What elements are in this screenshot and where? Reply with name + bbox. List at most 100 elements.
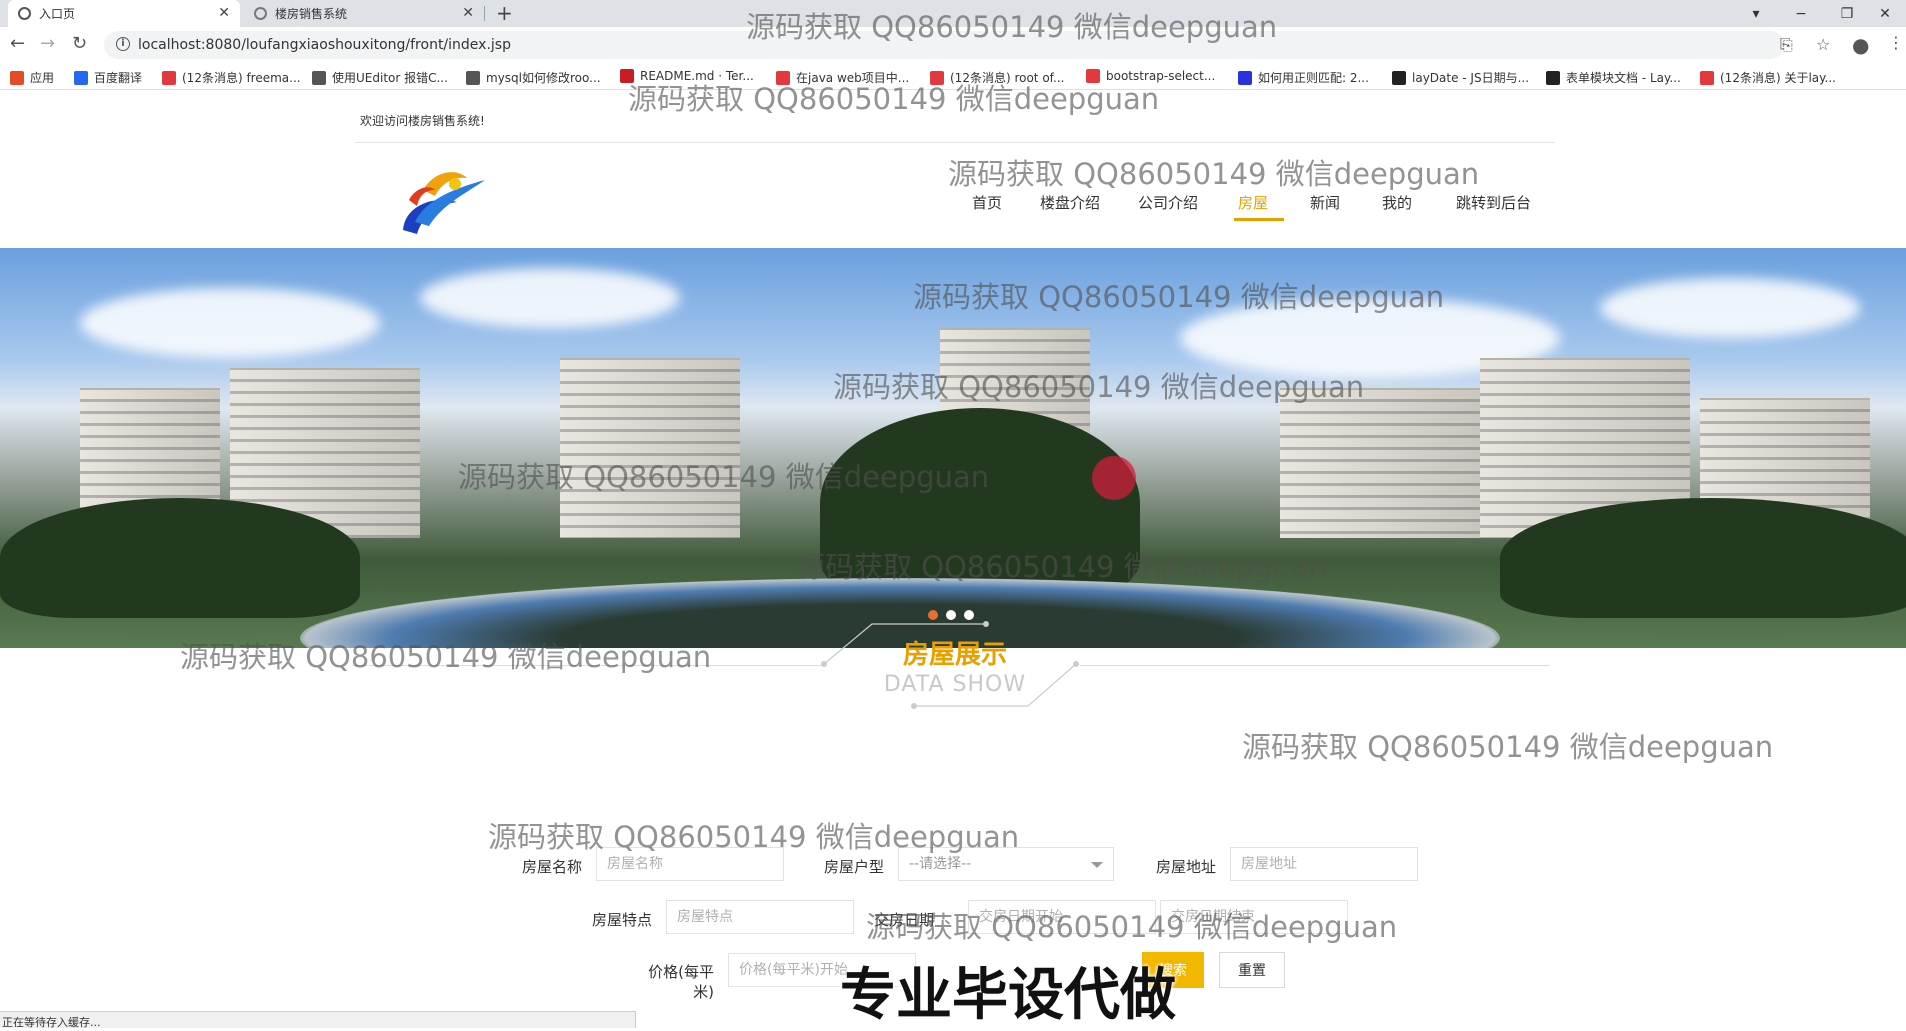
palm-tree bbox=[820, 408, 1140, 598]
mouse-cursor-highlight bbox=[1092, 456, 1136, 500]
bookmark-item[interactable]: 表单模块文档 - Lay... bbox=[1546, 69, 1681, 86]
account-avatar-icon[interactable]: ● bbox=[1852, 33, 1869, 57]
nav-item[interactable]: 公司介绍 bbox=[1138, 192, 1198, 213]
bookmark-label: 在java web项目中... bbox=[796, 71, 910, 85]
bookmark-item[interactable]: layDate - JS日期与... bbox=[1392, 69, 1529, 86]
baidu-icon bbox=[1238, 70, 1252, 85]
nav-item[interactable]: 新闻 bbox=[1310, 192, 1340, 213]
url-text[interactable]: localhost:8080/loufangxiaoshouxitong/fro… bbox=[138, 37, 511, 53]
building bbox=[560, 358, 740, 538]
house-name-label: 房屋名称 bbox=[521, 858, 582, 876]
house-name-input[interactable] bbox=[596, 847, 784, 881]
house-type-label: 房屋户型 bbox=[823, 858, 884, 876]
bookmark-label: (12条消息) freema... bbox=[182, 71, 301, 85]
csdn-icon bbox=[930, 70, 944, 85]
house-type-selected: --请选择-- bbox=[909, 856, 972, 872]
bookmarks-bar: 应用 百度翻译 (12条消息) freema... 使用UEditor 报错C... m… bbox=[0, 64, 1906, 90]
reload-icon[interactable]: ↻ bbox=[72, 33, 87, 54]
csdn-icon bbox=[1700, 70, 1714, 85]
bookmark-item[interactable]: README.md · Ter... bbox=[620, 69, 754, 83]
apps-icon bbox=[10, 70, 24, 85]
tab-divider bbox=[484, 6, 485, 21]
layui-icon bbox=[1546, 70, 1560, 85]
baidu-translate-icon bbox=[74, 70, 88, 85]
section-subtitle: DATA SHOW bbox=[883, 672, 1027, 697]
carousel-dot-2[interactable] bbox=[946, 610, 956, 620]
bookmark-item[interactable]: 应用 bbox=[10, 69, 54, 86]
close-icon[interactable]: ✕ bbox=[462, 5, 474, 21]
tab-house-sales-system[interactable]: 楼房销售系统 ✕ bbox=[244, 0, 484, 27]
house-address-input[interactable] bbox=[1230, 847, 1418, 881]
bookmark-label: README.md · Ter... bbox=[640, 69, 754, 83]
house-type-select[interactable]: --请选择-- bbox=[898, 847, 1114, 881]
bookmark-label: layDate - JS日期与... bbox=[1412, 71, 1530, 85]
bookmark-label: 百度翻译 bbox=[94, 71, 143, 85]
ueditor-icon bbox=[312, 70, 326, 85]
status-bar: 正在等待存入缓存... bbox=[0, 1011, 636, 1029]
globe-icon bbox=[18, 7, 31, 20]
info-icon[interactable]: i bbox=[116, 37, 130, 51]
bookmark-item[interactable]: 在java web项目中... bbox=[776, 69, 909, 86]
address-bar[interactable]: i localhost:8080/loufangxiaoshouxitong/f… bbox=[104, 31, 1830, 59]
close-icon[interactable]: ✕ bbox=[218, 5, 230, 21]
section-divider-left bbox=[352, 665, 822, 666]
cloud bbox=[1600, 278, 1860, 338]
menu-kebab-icon[interactable]: ⋮ bbox=[1888, 33, 1904, 52]
forward-arrow-icon[interactable]: → bbox=[40, 33, 55, 54]
layui-icon bbox=[1392, 70, 1406, 85]
carousel-dot-1[interactable] bbox=[928, 610, 938, 620]
carousel-indicators bbox=[928, 610, 974, 620]
gitee-icon bbox=[620, 69, 634, 83]
bookmark-label: 应用 bbox=[30, 71, 55, 85]
carousel-dot-3[interactable] bbox=[964, 610, 974, 620]
csdn-icon bbox=[776, 70, 790, 85]
bookmark-item[interactable]: (12条消息) freema... bbox=[162, 69, 301, 86]
nav-item[interactable]: 房屋 bbox=[1238, 192, 1268, 213]
house-feature-input[interactable] bbox=[666, 900, 854, 934]
nav-item[interactable]: 首页 bbox=[972, 192, 1002, 213]
profile-dropdown-icon[interactable]: ▾ bbox=[1733, 0, 1779, 27]
csdn-icon bbox=[162, 70, 176, 85]
bookmark-item[interactable]: 百度翻译 bbox=[74, 69, 142, 86]
web-page: 欢迎访问楼房销售系统! 首页 楼盘介绍 公司介绍 房屋 新闻 我的 跳转到后台 bbox=[0, 90, 1906, 1028]
bookmark-item[interactable]: 使用UEditor 报错C... bbox=[312, 69, 448, 86]
delivery-date-start-input[interactable] bbox=[968, 900, 1156, 934]
back-arrow-icon[interactable]: ← bbox=[10, 33, 25, 54]
bookmark-star-icon[interactable]: ☆ bbox=[1816, 35, 1830, 54]
bookmark-item[interactable]: bootstrap-select... bbox=[1086, 69, 1215, 83]
welcome-text: 欢迎访问楼房销售系统! bbox=[360, 114, 485, 128]
delivery-date-end-input[interactable] bbox=[1160, 900, 1348, 934]
bookmark-label: 使用UEditor 报错C... bbox=[332, 71, 448, 85]
bookmark-item[interactable]: (12条消息) 关于lay... bbox=[1700, 69, 1836, 86]
trees bbox=[0, 498, 360, 618]
search-button[interactable]: 搜索 bbox=[1142, 952, 1204, 988]
chevron-down-icon bbox=[1091, 862, 1103, 868]
close-window-icon[interactable]: ✕ bbox=[1864, 0, 1906, 27]
house-address-label: 房屋地址 bbox=[1155, 858, 1216, 876]
bookmark-item[interactable]: (12条消息) root of... bbox=[930, 69, 1064, 86]
site-icon bbox=[254, 7, 267, 20]
price-start-input[interactable] bbox=[728, 953, 916, 987]
bookmark-item[interactable]: 如何用正则匹配: 2... bbox=[1238, 69, 1369, 86]
minimize-icon[interactable]: − bbox=[1778, 0, 1824, 27]
bookmark-label: (12条消息) root of... bbox=[950, 71, 1065, 85]
bookmark-item[interactable]: mysql如何修改roo... bbox=[466, 69, 601, 86]
cloud bbox=[420, 268, 680, 328]
tab-entry-page[interactable]: 入口页 ✕ bbox=[8, 0, 240, 27]
house-feature-label: 房屋特点 bbox=[591, 911, 652, 929]
ueditor-icon bbox=[466, 70, 480, 85]
reset-button[interactable]: 重置 bbox=[1219, 952, 1285, 988]
bookmark-label: bootstrap-select... bbox=[1106, 69, 1216, 83]
tab-label: 楼房销售系统 bbox=[275, 7, 348, 21]
section-title: 房屋展示 bbox=[902, 640, 1007, 670]
delivery-date-label: 交房日期 bbox=[873, 911, 934, 929]
new-tab-plus-icon[interactable]: + bbox=[496, 1, 513, 25]
translate-icon[interactable]: ⎘ bbox=[1780, 35, 1793, 55]
hero-carousel[interactable] bbox=[0, 248, 1906, 648]
cnblogs-icon bbox=[1086, 69, 1100, 83]
nav-item[interactable]: 楼盘介绍 bbox=[1040, 192, 1100, 213]
nav-item[interactable]: 跳转到后台 bbox=[1456, 192, 1531, 213]
section-divider-right bbox=[1080, 665, 1550, 666]
bookmark-label: 表单模块文档 - Lay... bbox=[1566, 71, 1681, 85]
nav-item[interactable]: 我的 bbox=[1382, 192, 1412, 213]
